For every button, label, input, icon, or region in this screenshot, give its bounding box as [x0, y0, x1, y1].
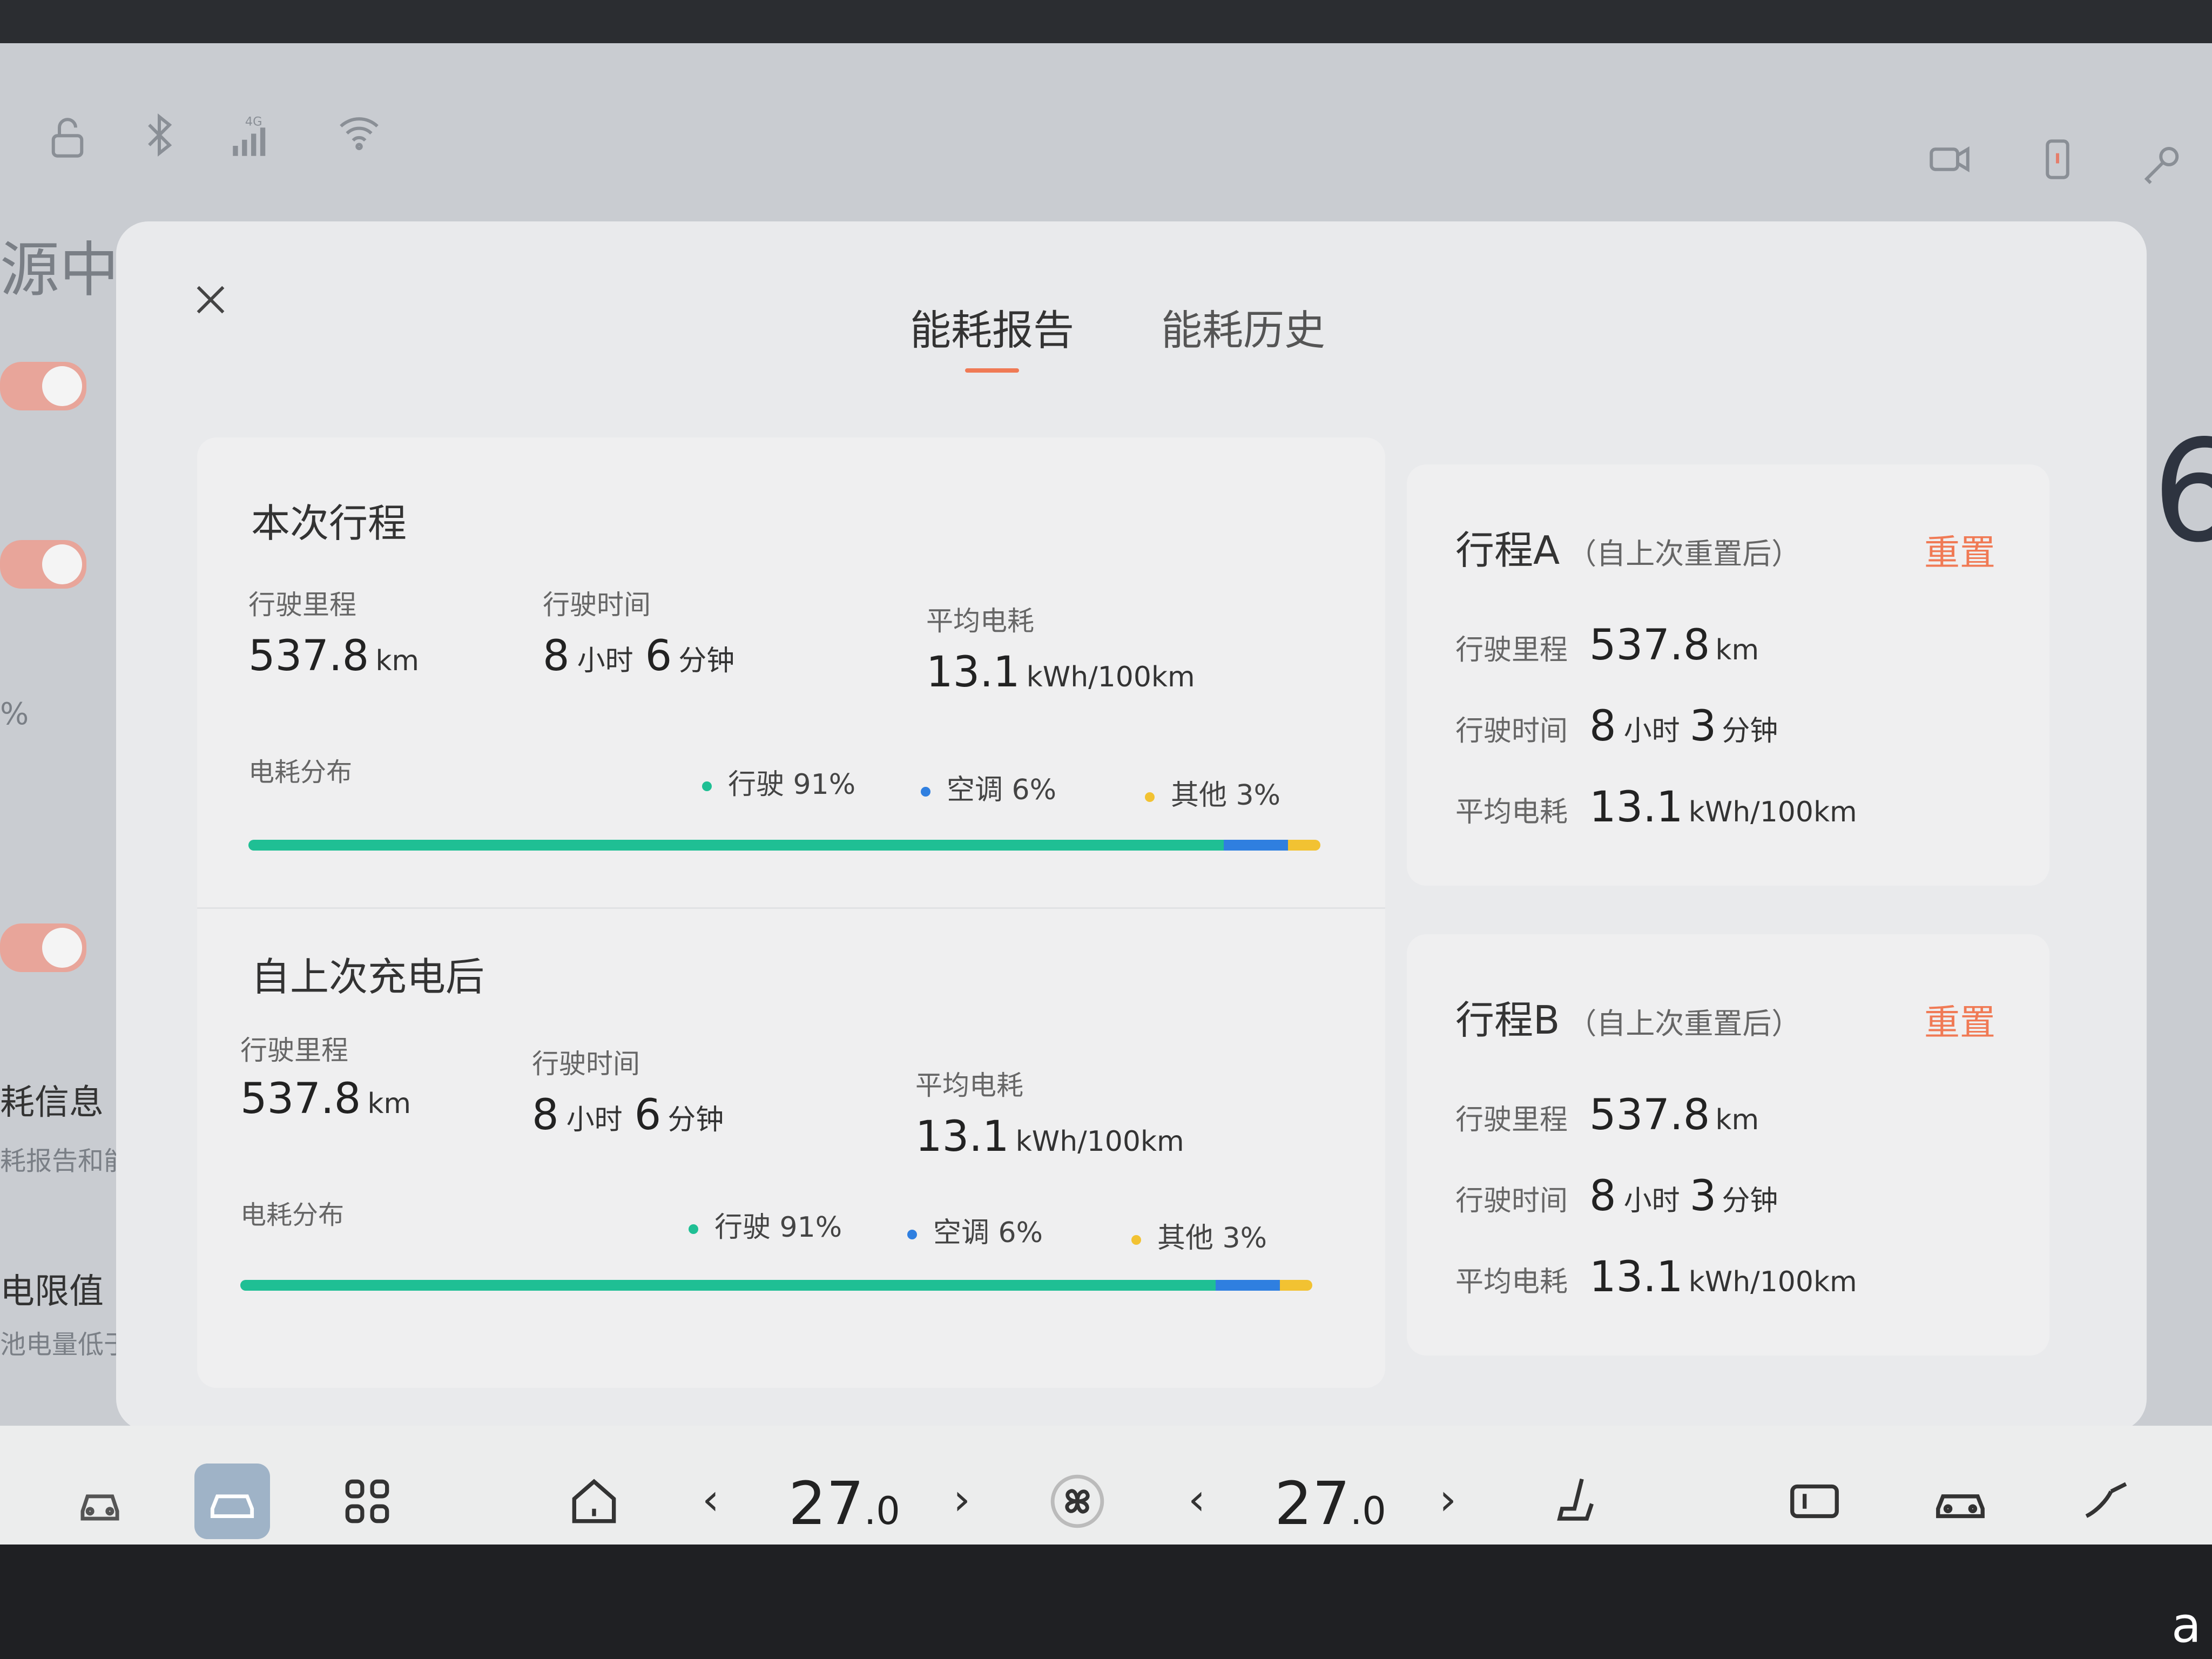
distance-value: 537.8 km: [248, 632, 420, 680]
consumption-label: 平均电耗: [926, 605, 1034, 637]
legend-dot-other: [1131, 1235, 1141, 1245]
car-side-icon[interactable]: [1923, 1464, 1998, 1539]
current-trip-section: 本次行程 行驶里程 537.8 km 行驶时间 8 小时 6 分钟 平均电耗 13.1 k…: [197, 437, 1385, 902]
trip-a-distance: 行驶里程 537.8 km: [1455, 621, 1759, 670]
background-big-digit: 6: [2152, 410, 2212, 574]
trip-b-card: 行程B （自上次重置后） 重置 行驶里程 537.8 km 行驶时间 8 小时 3 分钟 平均…: [1407, 934, 2049, 1355]
background-toggle[interactable]: [0, 923, 86, 972]
time-value: 8 小时 6 分钟: [543, 632, 735, 680]
left-temp-increase-button[interactable]: ›: [953, 1474, 970, 1525]
legend-driving: 行驶 91%: [702, 761, 855, 802]
bar-segment-other: [1288, 840, 1320, 851]
legend-dot-other: [1145, 792, 1155, 802]
trip-b-title: 行程B （自上次重置后）: [1455, 997, 1801, 1043]
lock-open-icon[interactable]: [43, 113, 92, 162]
consumption-value: 13.1 kWh/100km: [915, 1112, 1184, 1161]
bar-segment-driving: [248, 840, 1224, 851]
reset-button[interactable]: 重置: [1924, 524, 1995, 576]
bar-segment-driving: [240, 1280, 1216, 1291]
since-charge-section: 自上次充电后 行驶里程 537.8 km 行驶时间 8 小时 6 分钟 平均电耗 13.…: [197, 913, 1385, 1377]
cellular-4g-icon: 4G: [227, 113, 275, 162]
car-screen: 4G 源中 % 耗信息 耗报告和能 电限值 池电量低于设定值时停止供电 6 能耗…: [0, 43, 2212, 1588]
bluetooth-icon[interactable]: [135, 111, 184, 159]
legend-driving: 行驶 91%: [689, 1204, 842, 1245]
legend-other: 其他 3%: [1131, 1215, 1267, 1256]
bar-segment-other: [1280, 1280, 1312, 1291]
time-label: 行驶时间: [532, 1048, 640, 1080]
seat-icon[interactable]: [1539, 1464, 1615, 1539]
trip-summary-card: 本次行程 行驶里程 537.8 km 行驶时间 8 小时 6 分钟 平均电耗 13.1 k…: [197, 437, 1385, 1388]
legend-dot-driving: [689, 1224, 698, 1234]
fan-icon[interactable]: [1040, 1464, 1115, 1539]
distance-label: 行驶里程: [248, 589, 356, 621]
dashcam-icon[interactable]: [1925, 135, 1974, 184]
screen-bezel: [0, 1545, 2212, 1659]
legend-dot-ac: [921, 787, 930, 797]
distribution-label: 电耗分布: [240, 1200, 345, 1230]
trip-b-distance: 行驶里程 537.8 km: [1455, 1091, 1759, 1139]
wifi-icon[interactable]: [335, 108, 383, 157]
consumption-value: 13.1 kWh/100km: [926, 648, 1195, 697]
distance-value: 537.8 km: [240, 1075, 412, 1123]
key-icon[interactable]: [2139, 140, 2187, 189]
vehicle-front-icon[interactable]: [62, 1464, 138, 1539]
left-temperature: 27.0: [788, 1469, 900, 1538]
trip-a-time: 行驶时间 8 小时 3 分钟: [1455, 702, 1778, 751]
phone-icon[interactable]: [2033, 135, 2082, 184]
background-info-title: 耗信息: [0, 1083, 104, 1123]
legend-ac: 空调 6%: [921, 767, 1056, 807]
right-temp-increase-button[interactable]: ›: [1439, 1474, 1456, 1525]
distance-label: 行驶里程: [240, 1035, 348, 1066]
background-toggle[interactable]: [0, 540, 86, 589]
bar-segment-ac: [1216, 1280, 1280, 1291]
background-toggle[interactable]: [0, 362, 86, 410]
distribution-label: 电耗分布: [248, 757, 353, 787]
distribution-bar: [248, 840, 1320, 851]
display-icon[interactable]: [1777, 1464, 1852, 1539]
trip-b-consumption: 平均电耗 13.1 kWh/100km: [1455, 1253, 1857, 1301]
bar-segment-ac: [1224, 840, 1289, 851]
background-percent: %: [0, 697, 29, 732]
right-temp-decrease-button[interactable]: ‹: [1188, 1474, 1205, 1525]
section-title: 本次行程: [251, 501, 407, 546]
legend-ac: 空调 6%: [907, 1210, 1043, 1250]
energy-report-modal: 能耗报告 能耗历史 本次行程 行驶里程 537.8 km 行驶时间 8 小时 6 分钟 …: [116, 221, 2147, 1431]
right-temperature: 27.0: [1274, 1469, 1386, 1538]
tab-energy-history[interactable]: 能耗历史: [1161, 297, 1325, 356]
svg-text:4G: 4G: [245, 115, 262, 129]
trip-a-consumption: 平均电耗 13.1 kWh/100km: [1455, 783, 1857, 832]
legend-dot-ac: [907, 1230, 917, 1239]
apps-grid-icon[interactable]: [329, 1464, 405, 1539]
trip-a-title: 行程A （自上次重置后）: [1455, 528, 1801, 573]
distribution-bar: [240, 1280, 1312, 1291]
trip-b-time: 行驶时间 8 小时 3 分钟: [1455, 1172, 1778, 1220]
background-title: 源中: [0, 235, 119, 305]
reset-button[interactable]: 重置: [1924, 994, 1995, 1046]
home-icon[interactable]: [556, 1464, 632, 1539]
legend-dot-driving: [702, 781, 712, 791]
tab-bar: 能耗报告 能耗历史: [116, 297, 2147, 373]
left-temp-decrease-button[interactable]: ‹: [702, 1474, 719, 1525]
background-limit-title: 电限值: [0, 1272, 104, 1312]
wiper-icon[interactable]: [2068, 1464, 2144, 1539]
time-value: 8 小时 6 分钟: [532, 1091, 724, 1139]
time-label: 行驶时间: [543, 589, 651, 621]
trip-a-card: 行程A （自上次重置后） 重置 行驶里程 537.8 km 行驶时间 8 小时 3 分钟 平均…: [1407, 464, 2049, 886]
tab-energy-report[interactable]: 能耗报告: [910, 297, 1074, 373]
status-bar: 4G: [0, 43, 2212, 221]
section-title: 自上次充电后: [251, 954, 485, 1000]
car-app-icon[interactable]: [194, 1464, 270, 1539]
divider: [197, 907, 1385, 909]
consumption-label: 平均电耗: [915, 1070, 1023, 1101]
legend-other: 其他 3%: [1145, 772, 1280, 813]
corner-mark: a: [2171, 1597, 2201, 1654]
background-info-sub: 耗报告和能: [0, 1146, 130, 1176]
